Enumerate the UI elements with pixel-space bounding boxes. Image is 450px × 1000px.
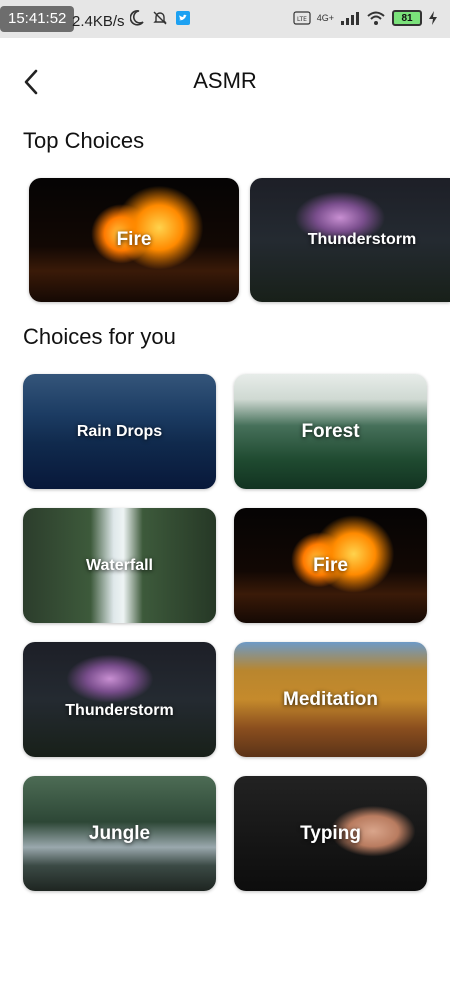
network-speed: 2.4KB/s [72,13,125,30]
choice-card-thunderstorm[interactable]: Thunderstorm [23,642,216,757]
section-title-choices-for-you: Choices for you [23,324,176,349]
mute-bell-icon [153,11,167,25]
status-icons-right: LTE 4G+ 81 [293,10,438,26]
wifi-icon [367,11,385,25]
charging-icon [429,11,437,25]
card-label: Rain Drops [76,422,163,440]
card-label: Thunderstorm [307,231,417,248]
choice-card-meditation[interactable]: Meditation [234,642,427,757]
card-label: Thunderstorm [65,702,174,719]
choice-card-waterfall[interactable]: Waterfall [23,508,216,623]
status-bar: 15:41:52 2.4KB/s LTE 4G+ 81 [0,0,450,38]
choice-card-typing[interactable]: Typing [234,776,427,891]
status-time: 15:41:52 [0,6,75,32]
battery-icon: 81 [392,10,422,26]
moon-icon [130,10,144,26]
signal-icon [341,12,359,25]
status-icons-left [130,10,190,26]
card-label: Fire [313,554,348,576]
card-label: Jungle [88,822,151,844]
top-choice-card-thunderstorm[interactable]: Thunderstorm [250,178,450,302]
app-header: ASMR [0,58,450,106]
choice-card-jungle[interactable]: Jungle [23,776,216,891]
choice-card-rain-drops[interactable]: Rain Drops [23,374,216,489]
card-label: Fire [116,229,152,250]
card-label: Waterfall [86,556,153,574]
section-title-top-choices: Top Choices [23,128,145,153]
volte-icon: LTE [293,11,311,25]
card-label: Forest [301,420,360,442]
page-title: ASMR [193,68,257,93]
cell-label: 4G+ [316,12,334,23]
card-label: Meditation [283,688,378,710]
choice-card-fire[interactable]: Fire [234,508,427,623]
top-choice-card-fire[interactable]: Fire [29,178,239,302]
card-label: Typing [300,822,361,844]
choice-card-forest[interactable]: Forest [234,374,427,489]
svg-text:LTE: LTE [297,16,307,23]
twitter-icon [176,11,190,25]
